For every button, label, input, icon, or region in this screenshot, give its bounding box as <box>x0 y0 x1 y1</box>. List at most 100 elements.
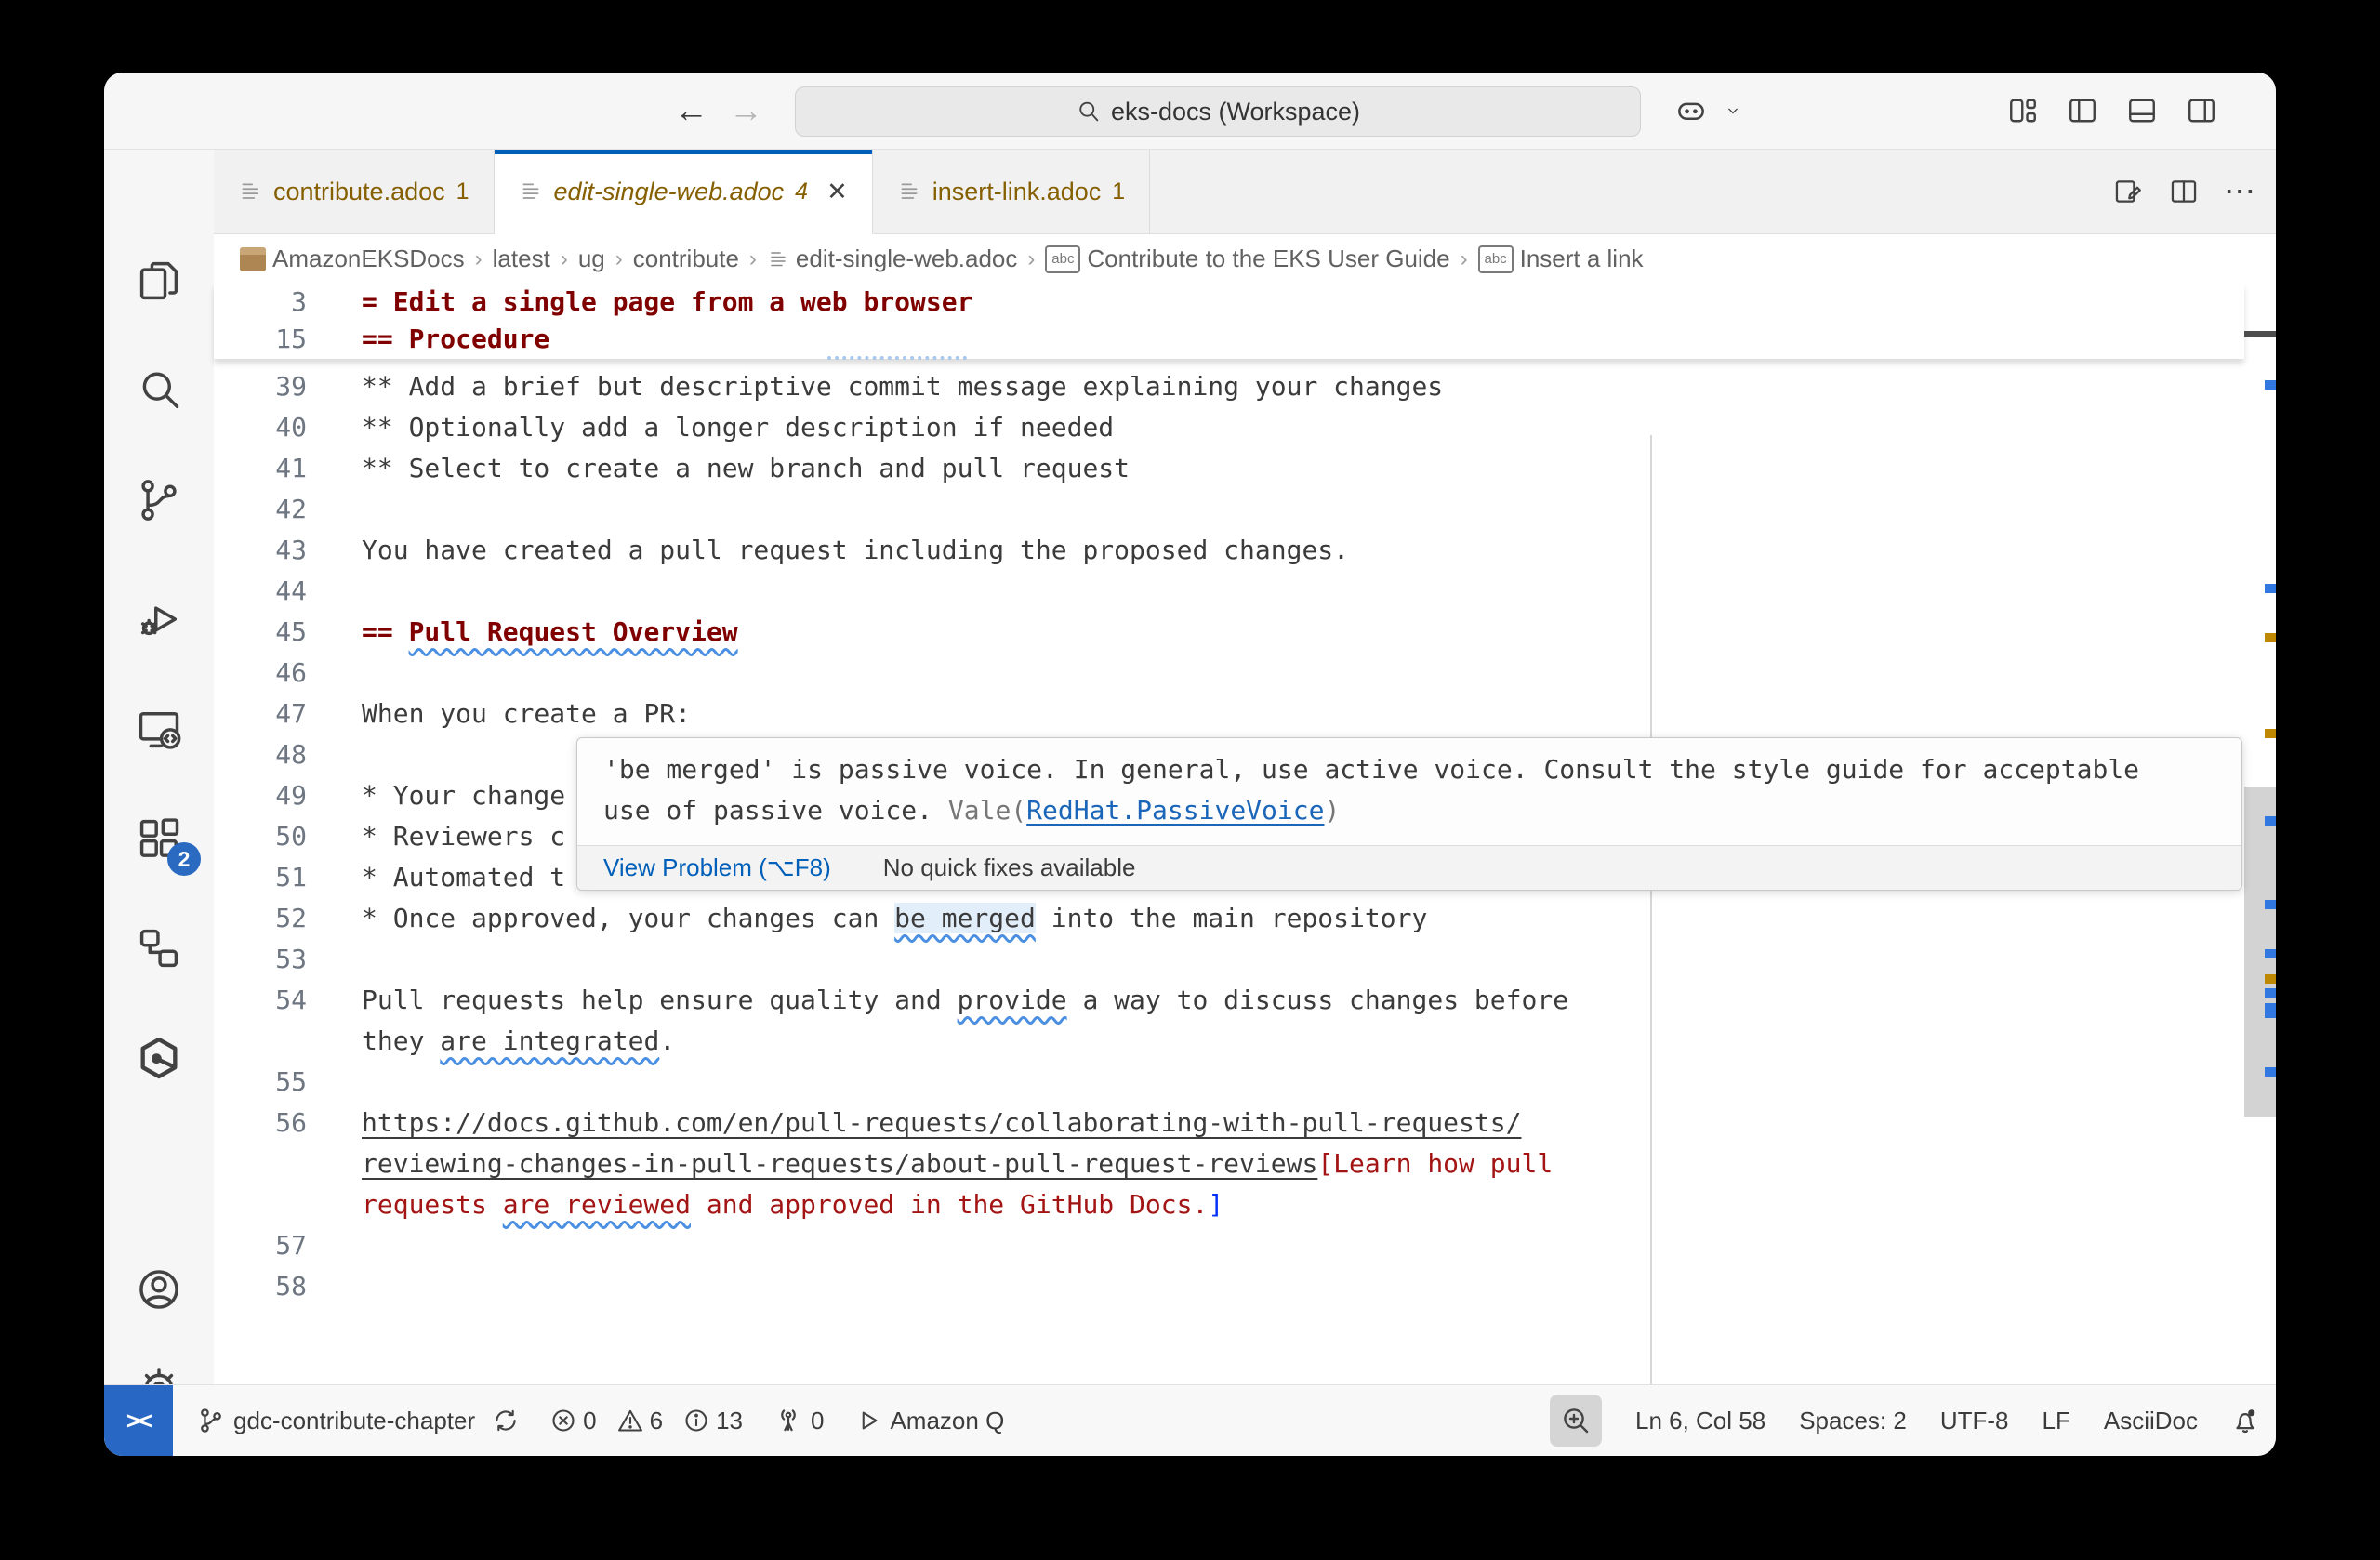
code-line: 58 <box>214 1266 2276 1307</box>
layout-controls <box>2006 73 2218 149</box>
linked-symbols-icon[interactable] <box>104 904 214 993</box>
cursor-position-item[interactable]: Ln 6, Col 58 <box>1635 1407 1765 1435</box>
diagnostic-message-line2: use of passive voice. Vale(RedHat.Passiv… <box>603 790 2241 831</box>
code-line: 40** Optionally add a longer description… <box>214 407 2276 448</box>
broadcast-status-item[interactable]: 0 <box>774 1407 824 1435</box>
symbol-string-icon: abc <box>1045 245 1080 273</box>
breadcrumb: AmazonEKSDocs › latest › ug › contribute… <box>214 234 2276 284</box>
eol-item[interactable]: LF <box>2043 1407 2070 1435</box>
line-number: 40 <box>214 407 307 448</box>
run-debug-icon[interactable] <box>104 575 214 664</box>
sticky-line[interactable]: 3= Edit a single page from a web browser <box>214 284 2244 321</box>
tab-label: contribute.adoc <box>273 178 445 206</box>
explorer-icon[interactable] <box>104 236 214 325</box>
line-number: 58 <box>214 1266 307 1307</box>
breadcrumb-item[interactable]: ug <box>578 245 605 273</box>
toggle-panel-icon[interactable] <box>2125 94 2159 127</box>
breadcrumb-item[interactable]: AmazonEKSDocs <box>240 245 465 273</box>
line-number: 57 <box>214 1225 307 1266</box>
breadcrumb-item[interactable]: abc Insert a link <box>1478 245 1644 273</box>
copilot-menu[interactable] <box>1673 73 1742 149</box>
extensions-badge: 2 <box>167 842 201 876</box>
tab-bar-actions: ⋯ <box>2112 150 2276 233</box>
indentation-item[interactable]: Spaces: 2 <box>1799 1407 1907 1435</box>
git-branch-icon <box>197 1407 225 1434</box>
open-changes-icon[interactable] <box>2112 176 2144 207</box>
encoding-item[interactable]: UTF-8 <box>1940 1407 2009 1435</box>
editor-tab[interactable]: insert-link.adoc 1 <box>873 150 1150 233</box>
line-number: 39 <box>214 366 307 407</box>
overview-info-marker <box>2265 584 2276 593</box>
hexagon-tool-icon[interactable] <box>104 1013 214 1103</box>
breadcrumb-item[interactable]: contribute <box>633 245 739 273</box>
warning-icon <box>617 1408 643 1434</box>
sticky-scroll: 3= Edit a single page from a web browser… <box>214 284 2244 359</box>
branch-status-item[interactable]: gdc-contribute-chapter <box>197 1407 519 1435</box>
title-bar: ← → eks-docs (Workspace) <box>104 73 2276 150</box>
adoc-file-icon <box>767 248 789 271</box>
diagnostic-source-link[interactable]: RedHat.PassiveVoice <box>1026 795 1324 826</box>
zoom-status-item[interactable] <box>1550 1395 1602 1447</box>
tab-problem-count: 4 <box>795 178 808 205</box>
code-line: 55 <box>214 1062 2276 1103</box>
line-number: 50 <box>214 816 307 857</box>
broadcast-tower-icon <box>774 1407 802 1434</box>
editor-tab[interactable]: contribute.adoc 1 <box>214 150 495 233</box>
vscode-window: ← → eks-docs (Workspace) <box>104 73 2276 1456</box>
code-line: 41** Select to create a new branch and p… <box>214 448 2276 489</box>
customize-layout-icon[interactable] <box>2006 94 2040 127</box>
more-actions-icon[interactable]: ⋯ <box>2224 173 2257 210</box>
code-line: 43You have created a pull request includ… <box>214 530 2276 571</box>
chevron-down-icon <box>1724 101 1742 120</box>
remote-indicator[interactable]: >< <box>104 1385 173 1456</box>
tab-problem-count: 1 <box>456 178 469 205</box>
toggle-secondary-sidebar-icon[interactable] <box>2185 94 2218 127</box>
amazon-q-status-item[interactable]: Amazon Q <box>855 1407 1004 1435</box>
line-number: 54 <box>214 980 307 1021</box>
code-line: 46 <box>214 653 2276 694</box>
line-number: 47 <box>214 694 307 734</box>
line-number: 56 <box>214 1103 307 1144</box>
tab-label: edit-single-web.adoc <box>554 178 785 206</box>
sticky-line[interactable]: 15== Procedure <box>214 321 2244 358</box>
overview-warning-marker <box>2265 633 2276 642</box>
source-control-icon[interactable] <box>104 456 214 545</box>
line-number: 43 <box>214 530 307 571</box>
tab-problem-count: 1 <box>1112 178 1125 205</box>
code-line: 52* Once approved, your changes can be m… <box>214 898 2276 939</box>
breadcrumb-item[interactable]: edit-single-web.adoc <box>767 245 1017 273</box>
error-icon <box>550 1408 576 1434</box>
search-icon <box>1076 99 1102 125</box>
extensions-icon[interactable]: 2 <box>104 794 214 883</box>
tab-label: insert-link.adoc <box>932 178 1102 206</box>
code-line: 39** Add a brief but descriptive commit … <box>214 366 2276 407</box>
overview-warning-marker <box>2265 729 2276 738</box>
occluded-squiggle-fragment <box>827 350 967 360</box>
line-number: 51 <box>214 857 307 898</box>
split-editor-icon[interactable] <box>2168 176 2200 207</box>
notifications-bell-icon[interactable] <box>2231 1407 2259 1434</box>
editor-tab[interactable]: edit-single-web.adoc 4 ✕ <box>495 150 873 234</box>
close-tab-icon[interactable]: ✕ <box>826 178 848 206</box>
status-bar: >< gdc-contribute-chapter 0 6 13 0 <box>104 1384 2276 1456</box>
overview-info-marker <box>2265 949 2276 958</box>
breadcrumb-item[interactable]: abc Contribute to the EKS User Guide <box>1045 245 1449 273</box>
breadcrumb-item[interactable]: latest <box>493 245 550 273</box>
no-quick-fixes-label: No quick fixes available <box>883 853 1136 882</box>
code-line: 45== Pull Request Overview <box>214 612 2276 653</box>
code-line: reviewing-changes-in-pull-requests/about… <box>214 1144 2276 1184</box>
command-center-search[interactable]: eks-docs (Workspace) <box>795 86 1641 137</box>
remote-explorer-icon[interactable] <box>104 684 214 773</box>
view-problem-link[interactable]: View Problem (⌥F8) <box>603 853 831 882</box>
back-icon[interactable]: ← <box>674 73 708 149</box>
code-line: 44 <box>214 571 2276 612</box>
overview-info-marker <box>2265 816 2276 826</box>
problems-status-item[interactable]: 0 6 13 <box>550 1407 743 1435</box>
overview-info-marker <box>2265 900 2276 909</box>
line-number: 48 <box>214 734 307 775</box>
search-view-icon[interactable] <box>104 346 214 435</box>
account-icon[interactable] <box>104 1245 214 1334</box>
code-line: 54Pull requests help ensure quality and … <box>214 980 2276 1021</box>
toggle-sidebar-icon[interactable] <box>2066 94 2099 127</box>
language-mode-item[interactable]: AsciiDoc <box>2104 1407 2198 1435</box>
